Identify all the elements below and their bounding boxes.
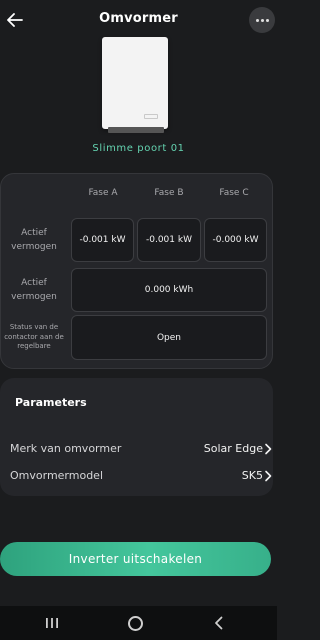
- phase-a-power-cell: -0.001 kW: [71, 218, 134, 262]
- inverter-device-image: [102, 37, 168, 129]
- contactor-status-cell: Open: [71, 315, 267, 360]
- total-energy-cell: 0.000 kWh: [71, 268, 267, 312]
- more-dots-icon: [255, 18, 259, 22]
- param-label-inverter-model: Omvormermodel: [10, 469, 104, 482]
- header: Omvormer: [0, 0, 277, 40]
- home-icon[interactable]: [128, 616, 143, 631]
- device-name: Slimme poort 01: [92, 143, 185, 154]
- column-header-phase-a: Fase A: [88, 188, 118, 198]
- row-label-contactor-status: Status van de contactor aan de regelbare: [4, 323, 64, 350]
- param-value-inverter-model[interactable]: SK5: [242, 469, 263, 482]
- row-label-active-power-total: Actief vermogen: [11, 278, 57, 302]
- column-header-phase-c: Fase C: [219, 188, 249, 198]
- param-label-inverter-brand: Merk van omvormer: [10, 442, 122, 455]
- parameters-title: Parameters: [15, 396, 87, 409]
- recents-icon[interactable]: [44, 617, 60, 629]
- disable-inverter-button[interactable]: Inverter uitschakelen: [0, 542, 271, 576]
- device-logo: [144, 114, 158, 119]
- chevron-right-icon[interactable]: [263, 443, 273, 455]
- param-value-inverter-brand[interactable]: Solar Edge: [204, 442, 263, 455]
- row-label-active-power-phases: Actief vermogen: [11, 228, 57, 252]
- column-header-phase-b: Fase B: [154, 188, 184, 198]
- more-options-button[interactable]: [249, 7, 275, 33]
- phase-b-power-cell: -0.001 kW: [137, 218, 201, 262]
- chevron-right-icon[interactable]: [263, 470, 273, 482]
- page-title: Omvormer: [99, 11, 178, 26]
- inverter-device-base: [108, 127, 164, 133]
- phase-c-power-cell: -0.000 kW: [204, 218, 267, 262]
- nav-back-icon[interactable]: [212, 616, 226, 630]
